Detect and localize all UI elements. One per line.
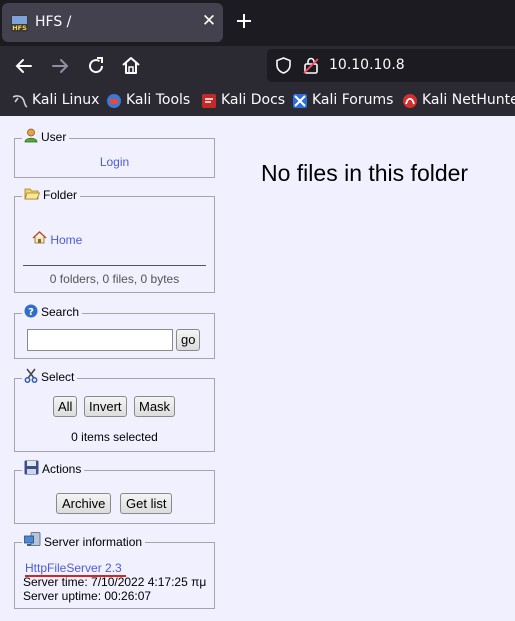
select-panel-legend: Select <box>22 368 78 386</box>
floppy-disk-icon <box>24 460 39 475</box>
browser-tab[interactable]: HFS HFS / ✕ <box>2 3 223 42</box>
kali-tools-icon <box>107 94 121 108</box>
forward-arrow-icon[interactable] <box>48 54 72 78</box>
select-all-button[interactable]: All <box>53 396 78 417</box>
search-panel: ? Search go <box>14 303 215 359</box>
selected-items-status: 0 items selected <box>71 430 158 444</box>
insecure-lock-icon[interactable] <box>303 57 319 74</box>
folder-summary: 0 folders, 0 files, 0 bytes <box>49 272 180 286</box>
search-input[interactable] <box>27 329 173 351</box>
home-icon[interactable] <box>119 54 143 78</box>
open-folder-icon <box>24 188 41 200</box>
select-panel: Select All Invert Mask 0 items selected <box>14 368 215 452</box>
folder-divider <box>23 265 206 266</box>
hfs-favicon-icon: HFS <box>11 15 28 32</box>
server-time: Server time: 7/10/2022 4:17:25 πμ <box>23 575 207 589</box>
user-icon <box>24 128 38 143</box>
new-tab-icon[interactable] <box>232 9 256 33</box>
server-info-legend: Server information <box>22 532 146 550</box>
user-panel: User Login <box>14 128 215 178</box>
user-panel-legend: User <box>22 128 70 146</box>
address-bar[interactable]: 10.10.10.8 <box>267 49 515 82</box>
invert-selection-button[interactable]: Invert <box>84 396 127 417</box>
login-link[interactable]: Login <box>100 155 129 169</box>
navigation-toolbar: 10.10.10.8 <box>0 46 515 86</box>
mask-selection-button[interactable]: Mask <box>134 396 176 417</box>
scissors-icon <box>24 368 38 383</box>
search-panel-legend: ? Search <box>22 303 83 321</box>
archive-button[interactable]: Archive <box>56 493 112 514</box>
kali-docs-icon <box>202 94 216 108</box>
tab-title: HFS / <box>35 14 72 30</box>
page-content: User Login Folder Home 0 folders, 0 file… <box>0 116 515 621</box>
get-list-button[interactable]: Get list <box>120 493 173 514</box>
server-uptime: Server uptime: 00:26:07 <box>23 589 152 603</box>
kali-nethunter-icon <box>403 94 417 108</box>
back-arrow-icon[interactable] <box>12 54 36 78</box>
home-link[interactable]: Home <box>50 233 82 247</box>
bookmarks-toolbar: Kali Linux Kali Tools Kali Docs Kali For… <box>0 86 515 116</box>
actions-panel-legend: Actions <box>22 460 85 478</box>
kali-dragon-icon <box>12 95 28 108</box>
help-question-icon: ? <box>24 304 38 318</box>
tab-close-icon[interactable]: ✕ <box>199 11 219 31</box>
shield-icon[interactable] <box>275 57 292 74</box>
reload-icon[interactable] <box>84 54 108 78</box>
url-text[interactable]: 10.10.10.8 <box>329 57 405 73</box>
home-folder-icon <box>32 230 47 244</box>
svg-text:?: ? <box>28 307 34 318</box>
actions-panel: Actions Archive Get list <box>14 460 215 524</box>
server-computer-icon <box>24 532 41 546</box>
empty-folder-message: No files in this folder <box>261 160 469 186</box>
kali-forums-icon <box>293 94 307 108</box>
svg-text:HFS: HFS <box>12 24 27 32</box>
server-info-panel: Server information HttpFileServer 2.3 Se… <box>14 532 215 609</box>
folder-panel-legend: Folder <box>22 186 81 204</box>
home-folder-item[interactable]: Home <box>32 230 82 247</box>
tab-strip: HFS HFS / ✕ <box>0 0 515 46</box>
folder-panel: Folder Home 0 folders, 0 files, 0 bytes <box>14 186 215 293</box>
search-go-button[interactable]: go <box>176 329 201 351</box>
